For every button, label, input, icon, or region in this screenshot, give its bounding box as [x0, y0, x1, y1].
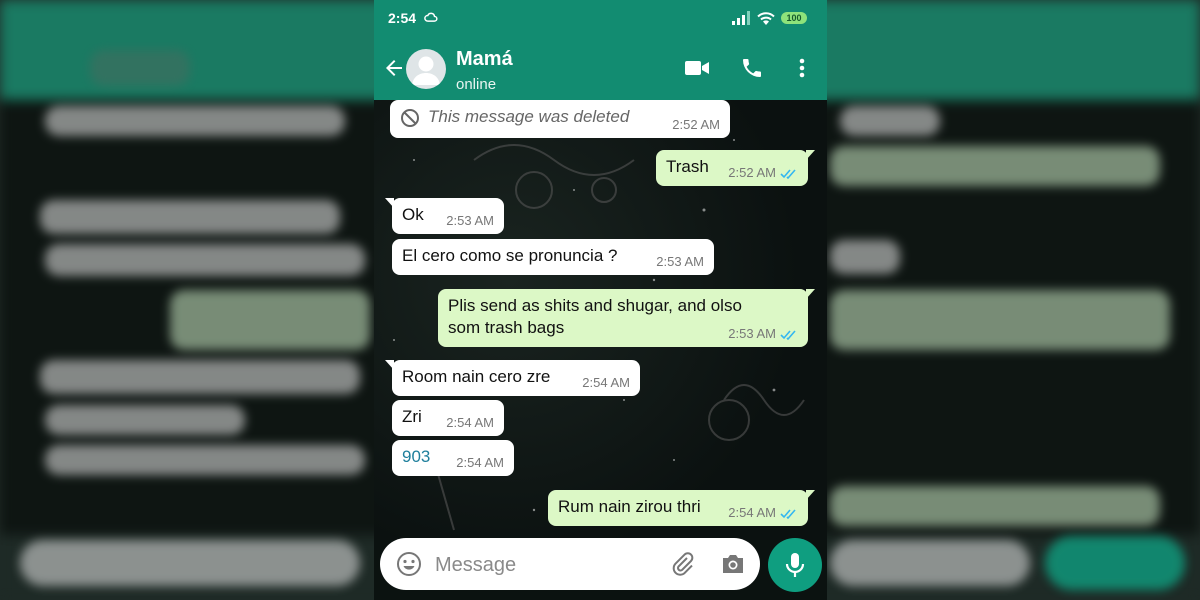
- message-text: El cero como se pronuncia ?: [402, 246, 618, 265]
- avatar[interactable]: [406, 49, 446, 89]
- blurred-bubble: [830, 290, 1170, 350]
- phone-screen: 2:54 100 Mamá online This message was de…: [374, 0, 827, 600]
- composer-bar: Message: [374, 532, 827, 600]
- deleted-icon: [401, 109, 419, 127]
- double-check-icon: [780, 509, 796, 519]
- message-text: Trash: [666, 157, 709, 176]
- contact-name[interactable]: Mamá: [456, 48, 513, 71]
- blurred-bubble: [40, 200, 340, 234]
- blurred-bubble: [830, 486, 1160, 526]
- message-text: Zri: [402, 407, 422, 426]
- phone-icon[interactable]: [740, 56, 764, 80]
- status-bar: 2:54 100: [374, 0, 827, 36]
- message-incoming[interactable]: Ok 2:53 AM: [385, 198, 504, 234]
- message-time: 2:53 AM: [446, 213, 494, 228]
- signal-icon: [732, 11, 750, 25]
- blurred-bubble: [830, 240, 900, 274]
- presence-status: online: [456, 76, 497, 93]
- blurred-bubble: [840, 106, 940, 136]
- message-time: 2:54 AM: [456, 455, 504, 470]
- message-outgoing[interactable]: Rum nain zirou thri 2:54 AM: [548, 490, 815, 526]
- wifi-icon: [757, 12, 775, 25]
- message-placeholder: Message: [435, 554, 517, 576]
- blurred-bubble: [45, 445, 365, 475]
- mic-icon: [785, 553, 805, 577]
- message-incoming-link[interactable]: 903 2:54 AM: [392, 440, 514, 476]
- battery-indicator: 100: [781, 12, 807, 24]
- message-incoming[interactable]: Zri 2:54 AM: [392, 400, 504, 436]
- camera-icon[interactable]: [720, 552, 746, 576]
- message-text: Room nain cero zre: [402, 367, 551, 386]
- blurred-bubble: [830, 146, 1160, 186]
- message-time: 2:53 AM: [728, 326, 776, 341]
- more-vert-icon[interactable]: [792, 56, 812, 80]
- message-text: Rum nain zirou thri: [558, 497, 701, 516]
- message-time: 2:54 AM: [728, 505, 776, 520]
- blurred-bubble: [40, 360, 360, 394]
- message-time: 2:53 AM: [656, 254, 704, 269]
- message-text: Ok: [402, 205, 424, 224]
- emoji-icon[interactable]: [396, 551, 422, 577]
- blurred-bubble: [170, 290, 370, 350]
- blurred-bubble: [45, 405, 245, 435]
- cloud-icon: [424, 12, 438, 22]
- chat-area: This message was deleted 2:52 AM Trash 2…: [374, 100, 827, 540]
- message-text-line: Plis send as shits and shugar, and olso: [448, 296, 742, 315]
- double-check-icon: [780, 169, 796, 179]
- message-outgoing[interactable]: Trash 2:52 AM: [656, 150, 815, 186]
- blurred-input: [20, 540, 360, 586]
- message-time: 2:54 AM: [446, 415, 494, 430]
- back-arrow-icon[interactable]: [382, 56, 406, 80]
- blurred-input: [830, 540, 1030, 586]
- blurred-header-avatar: [90, 50, 190, 86]
- attach-icon[interactable]: [670, 551, 696, 577]
- double-check-icon: [780, 330, 796, 340]
- video-call-icon[interactable]: [684, 57, 710, 79]
- message-outgoing[interactable]: Plis send as shits and shugar, and olso …: [438, 289, 815, 347]
- blurred-bubble: [45, 106, 345, 136]
- message-text: This message was deleted: [428, 107, 630, 126]
- message-time: 2:54 AM: [582, 375, 630, 390]
- blurred-mic: [1045, 536, 1185, 590]
- message-input[interactable]: Message: [380, 538, 760, 590]
- message-incoming[interactable]: El cero como se pronuncia ? 2:53 AM: [392, 239, 714, 275]
- mic-button[interactable]: [768, 538, 822, 592]
- message-time: 2:52 AM: [728, 165, 776, 180]
- message-incoming[interactable]: Room nain cero zre 2:54 AM: [385, 360, 640, 396]
- chat-header: Mamá online: [374, 36, 827, 100]
- status-time: 2:54: [388, 10, 417, 26]
- phone-number-link[interactable]: 903: [402, 447, 430, 466]
- message-time: 2:52 AM: [672, 117, 720, 132]
- message-incoming-deleted[interactable]: This message was deleted 2:52 AM: [390, 100, 730, 138]
- blurred-bubble: [45, 244, 365, 276]
